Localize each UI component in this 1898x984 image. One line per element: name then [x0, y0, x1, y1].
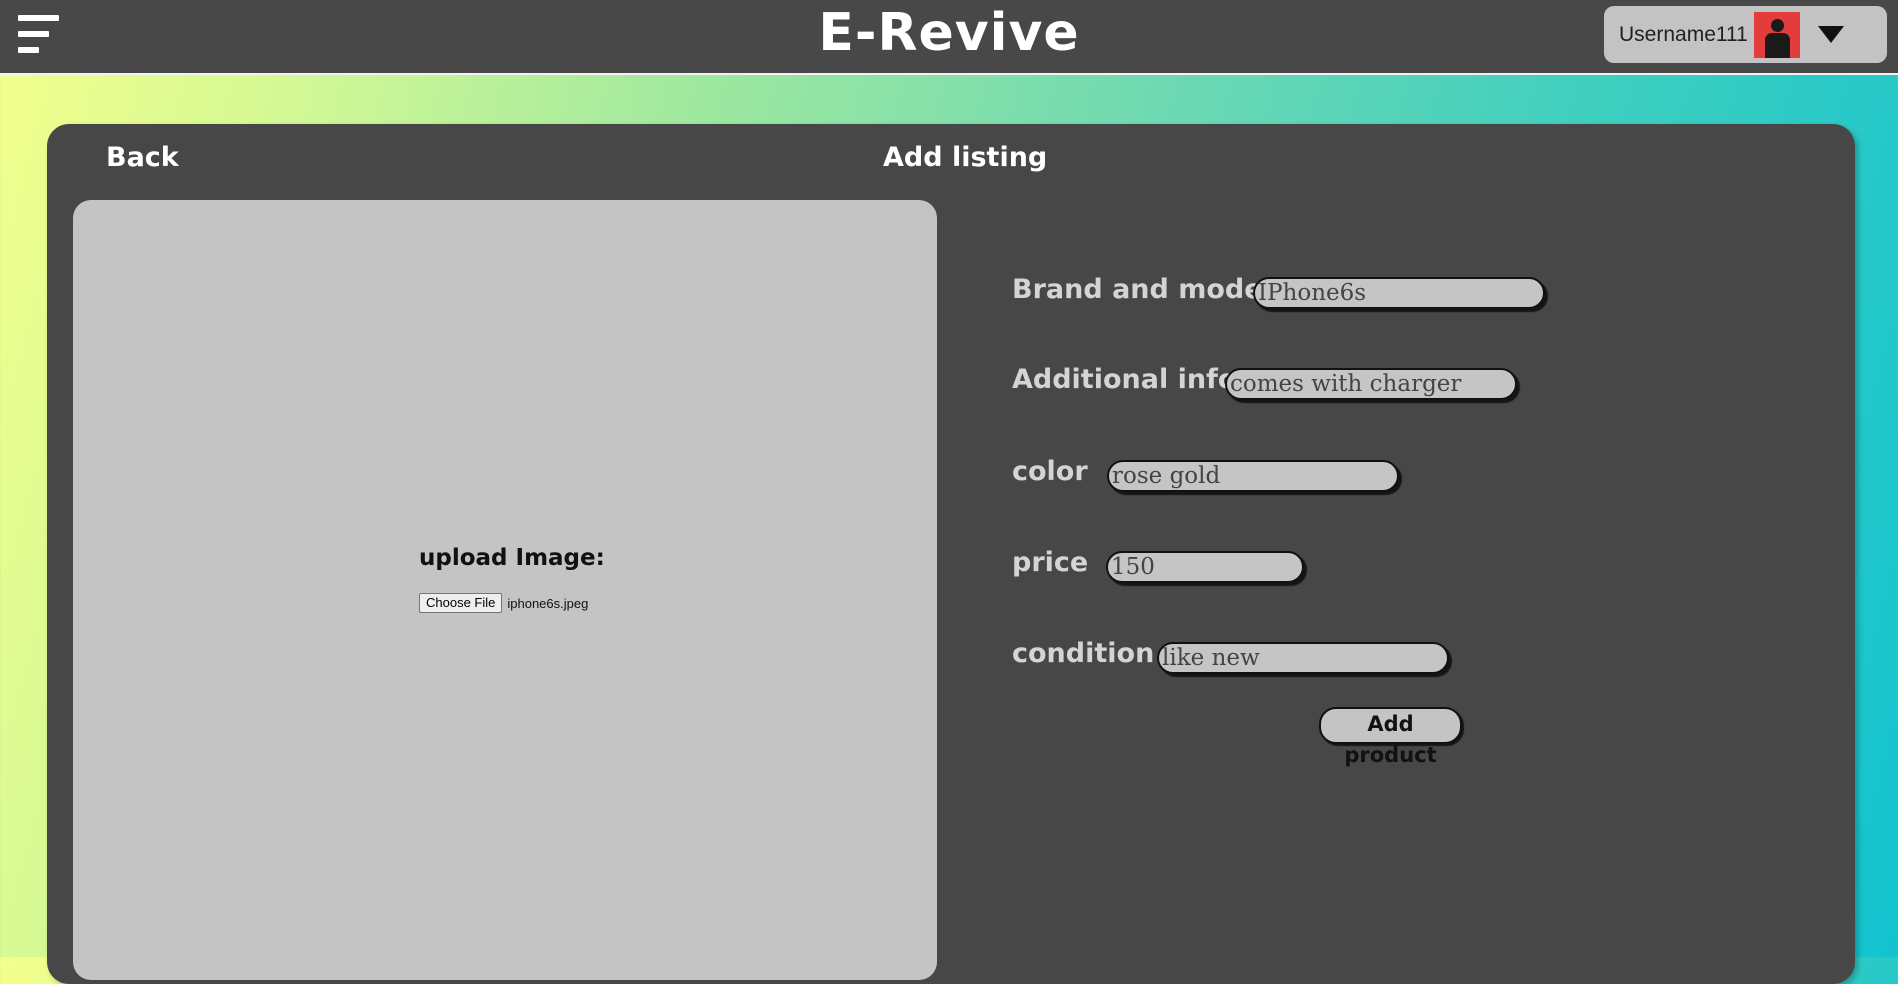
user-avatar-icon — [1753, 11, 1800, 58]
username-label: Username111 — [1619, 22, 1748, 46]
avatar-body — [1764, 32, 1790, 58]
additional-info-input[interactable] — [1225, 368, 1517, 400]
price-input[interactable] — [1106, 551, 1304, 583]
condition-label: condition — [1012, 638, 1155, 669]
hamburger-menu-icon[interactable] — [18, 15, 60, 57]
caret-down-icon[interactable] — [1817, 26, 1844, 43]
page-title: Add listing — [883, 142, 1048, 173]
additional-info-label: Additional info — [1012, 364, 1237, 395]
menu-line — [18, 31, 49, 37]
color-input[interactable] — [1107, 460, 1399, 492]
brand-model-input[interactable] — [1253, 277, 1545, 309]
menu-line — [18, 47, 39, 53]
color-label: color — [1012, 456, 1088, 487]
avatar-head — [1770, 18, 1784, 32]
file-input: Choose File iphone6s.jpeg — [419, 593, 588, 613]
upload-image-label: upload Image: — [419, 545, 605, 571]
image-upload-area — [73, 200, 937, 980]
condition-input[interactable] — [1157, 642, 1449, 674]
back-link[interactable]: Back — [106, 142, 179, 173]
brand-model-label: Brand and model — [1012, 274, 1272, 305]
add-product-button[interactable]: Add product — [1319, 707, 1462, 767]
price-label: price — [1012, 547, 1089, 578]
selected-file-name: iphone6s.jpeg — [507, 595, 589, 611]
top-bar: E-Revive Username111 — [0, 0, 1898, 75]
user-menu[interactable]: Username111 — [1604, 6, 1887, 63]
menu-line — [18, 15, 59, 21]
choose-file-button[interactable]: Choose File — [419, 593, 503, 613]
